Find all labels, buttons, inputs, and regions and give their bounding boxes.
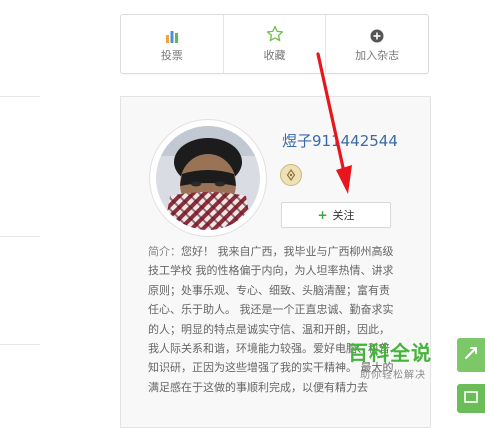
pen-nib-icon[interactable]	[280, 164, 302, 186]
star-outline-icon	[266, 25, 284, 43]
share-side-button[interactable]	[457, 338, 485, 372]
vote-label: 投票	[160, 49, 183, 62]
action-bar: 投票 收藏 加入杂志	[120, 14, 429, 74]
favorite-label: 收藏	[263, 49, 286, 62]
bar-chart-icon	[165, 25, 179, 43]
vote-button[interactable]: 投票	[121, 15, 224, 73]
share-icon	[463, 345, 479, 365]
baike-watermark: 百科全说 助你轻松解决	[348, 340, 448, 386]
red-arrow-annotation	[316, 52, 352, 194]
watermark-subtitle: 助你轻松解决	[360, 370, 426, 381]
follow-button[interactable]: + 关注	[281, 202, 391, 228]
avatar[interactable]	[150, 120, 266, 236]
left-divider-2	[0, 236, 40, 237]
feedback-icon	[463, 389, 479, 408]
left-divider-3	[0, 344, 40, 345]
bio-label: 简介：	[148, 245, 181, 258]
feedback-side-button[interactable]	[457, 384, 485, 413]
left-divider-1	[0, 96, 40, 97]
avatar-photo	[156, 126, 260, 230]
watermark-title: 百科全说	[348, 341, 432, 365]
follow-label: 关注	[332, 209, 355, 222]
plus-circle-icon	[370, 25, 384, 43]
favorite-button[interactable]: 收藏	[224, 15, 327, 73]
plus-icon: +	[317, 208, 328, 222]
